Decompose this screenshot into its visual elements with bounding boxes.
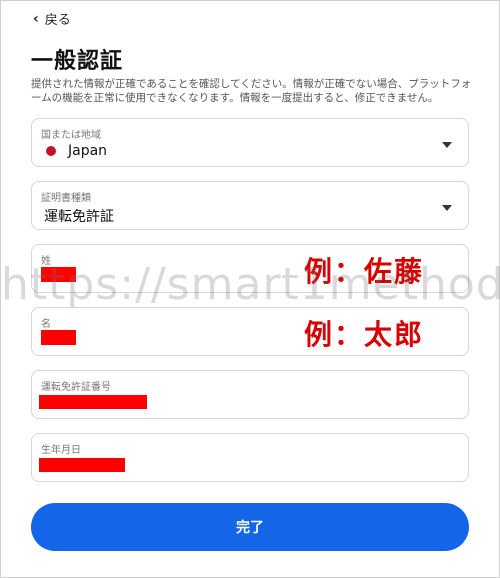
redacted-value — [41, 330, 76, 345]
license-number-field[interactable]: 運転免許証番号 — [31, 370, 469, 419]
back-label: 戻る — [44, 13, 71, 28]
birth-date-field[interactable]: 生年月日 — [31, 433, 469, 482]
page-title: 一般認証 — [31, 49, 124, 74]
caret-down-icon — [442, 142, 452, 148]
first-name-example: 例：太郎 — [304, 318, 425, 351]
caret-down-icon — [442, 205, 452, 211]
country-label: 国または地域 — [41, 130, 101, 141]
country-value-wrap: Japan — [46, 143, 107, 159]
country-value: Japan — [68, 143, 108, 159]
japan-flag-icon — [46, 146, 56, 156]
document-type-label: 証明書種類 — [41, 193, 91, 204]
document-type-value: 運転免許証 — [44, 209, 114, 225]
license-number-label: 運転免許証番号 — [41, 382, 111, 393]
redacted-value — [39, 395, 147, 409]
first-name-label: 名 — [41, 319, 51, 330]
document-type-select[interactable]: 証明書種類 運転免許証 — [31, 181, 469, 230]
back-button[interactable]: ‹ 戻る — [33, 9, 71, 29]
watermark: https://smart1method.com — [1, 259, 500, 310]
submit-button[interactable]: 完了 — [31, 503, 469, 551]
country-select[interactable]: 国または地域 Japan — [31, 118, 469, 167]
birth-date-label: 生年月日 — [41, 445, 81, 456]
page-description: 提供された情報が正確であることを確認してください。情報が正確でない場合、プラット… — [31, 78, 472, 104]
redacted-value — [39, 458, 125, 472]
chevron-left-icon: ‹ — [33, 10, 39, 27]
page-frame: ‹ 戻る 一般認証 提供された情報が正確であることを確認してください。情報が正確… — [0, 0, 500, 578]
